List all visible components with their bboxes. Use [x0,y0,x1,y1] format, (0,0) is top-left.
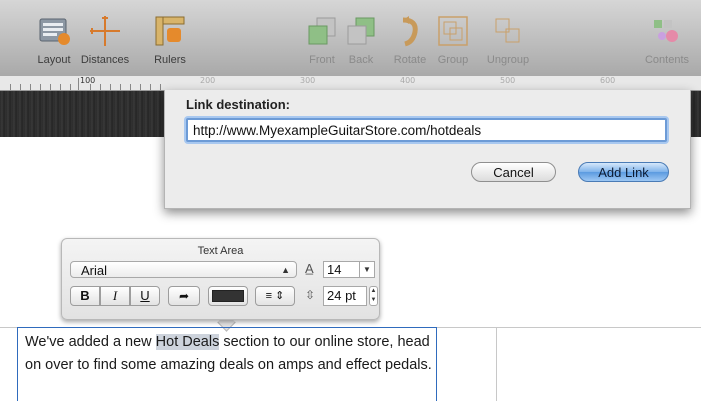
ruler-label: 200 [200,76,216,85]
add-link-button[interactable]: Add Link [578,162,669,182]
text-area-box[interactable]: We've added a new Hot Deals section to o… [17,327,437,401]
horizontal-ruler[interactable]: 100 200 300 400 500 600 [0,76,701,91]
ruler-label: 300 [300,76,316,85]
rulers-icon [153,14,187,48]
link-destination-dialog: Link destination: Cancel Add Link [164,90,691,209]
toolbar-rulers-label: Rulers [154,54,186,66]
font-size-value: 14 [327,262,342,277]
back-icon [344,14,378,48]
body-text-before: We've added a new [25,334,156,350]
toolbar-distances-label: Distances [80,54,130,66]
line-height-icon: ⇳ [305,288,316,302]
toolbar: Layout Distances Rulers Front Back Rotat… [0,0,701,77]
line-height-stepper[interactable]: ▲ ▼ [369,286,378,306]
chevron-down-icon[interactable]: ▼ [359,262,374,277]
toolbar-rulers-button[interactable]: Rulers [138,14,202,66]
toolbar-ungroup-button[interactable]: Ungroup [476,14,540,66]
line-height-field[interactable]: 24 pt [323,286,367,306]
ruler-label: 600 [600,76,616,85]
link-button[interactable]: ➦ [168,286,200,306]
toolbar-distances-button[interactable]: Distances [73,14,137,66]
link-url-input[interactable] [186,118,667,142]
page-guide-vertical [496,327,497,401]
color-swatch [212,290,244,302]
chevron-updown-icon: ▲ [281,265,290,275]
cancel-button[interactable]: Cancel [471,162,556,182]
ruler-label: 500 [500,76,516,85]
toolbar-contents-label: Contents [644,54,690,66]
contents-icon [650,14,684,48]
font-family-select[interactable]: Arial ▲ [70,261,297,278]
group-icon [436,14,470,48]
toolbar-contents-button[interactable]: Contents [633,14,701,66]
font-size-icon: A̲ [305,261,314,276]
underline-button[interactable]: U [130,286,160,306]
layout-icon [37,14,71,48]
distances-icon [88,14,122,48]
link-arrow-icon: ➦ [178,289,190,303]
font-size-combo[interactable]: 14 ▼ [323,261,375,278]
ruler-label: 100 [80,76,96,85]
ruler-label: 400 [400,76,416,85]
toolbar-ungroup-label: Ungroup [486,54,530,66]
font-family-value: Arial [81,263,108,278]
dialog-title: Link destination: [186,97,290,112]
text-area-inspector: Text Area Arial ▲ A̲ 14 ▼ B I U ➦ ≡ ⇕ ⇳ … [61,238,380,320]
text-color-well[interactable] [208,286,248,306]
bold-button[interactable]: B [70,286,100,306]
italic-button[interactable]: I [100,286,130,306]
selected-link-text[interactable]: Hot Deals [155,334,220,350]
alignment-select[interactable]: ≡ ⇕ [255,286,295,306]
ungroup-icon [491,14,525,48]
align-left-icon: ≡ ⇕ [265,290,285,302]
inspector-title: Text Area [197,245,244,257]
body-text[interactable]: We've added a new Hot Deals section to o… [18,328,436,377]
